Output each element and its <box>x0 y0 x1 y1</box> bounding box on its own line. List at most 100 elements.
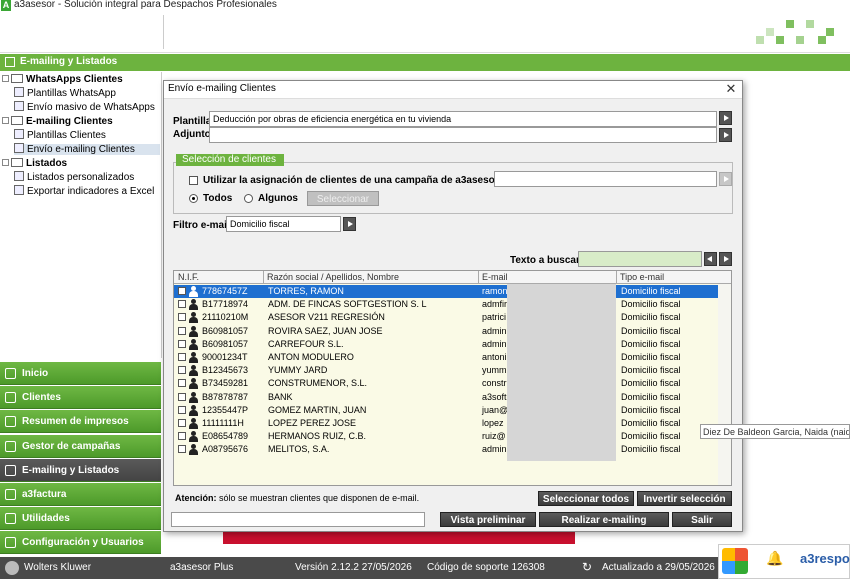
table-row[interactable]: 77867457Z TORRES, RAMON ramon Domicilio fis… <box>174 285 731 298</box>
person-icon <box>188 378 199 390</box>
buscar-input[interactable] <box>578 251 702 267</box>
table-row[interactable]: B17718974 ADM. DE FINCAS SOFTGESTION S. L… <box>174 298 731 311</box>
collapse-icon[interactable] <box>2 74 9 82</box>
col-name[interactable]: Razón social / Apellidos, Nombre <box>267 272 399 282</box>
tree-item-plantillas-whatsapp[interactable]: Plantillas WhatsApp <box>14 87 116 99</box>
row-checkbox[interactable] <box>178 339 186 348</box>
refresh-icon[interactable]: ↻ <box>582 560 592 574</box>
nav-clientes[interactable]: Clientes <box>0 386 161 409</box>
campaign-picker-button[interactable] <box>719 172 732 186</box>
close-icon[interactable]: ✕ <box>724 81 738 97</box>
calendar-icon <box>5 441 16 452</box>
collapse-icon[interactable] <box>2 116 9 124</box>
search-prev-button[interactable] <box>704 252 717 266</box>
col-nif[interactable]: N.I.F. <box>178 272 199 282</box>
col-divider[interactable] <box>478 271 479 284</box>
cell-tipo: Domicilio fiscal <box>621 444 681 455</box>
adjunto-label: Adjunto <box>173 129 211 140</box>
preview-button[interactable]: Vista preliminar <box>440 512 536 527</box>
plantilla-picker-button[interactable] <box>719 111 732 125</box>
row-checkbox[interactable] <box>178 419 186 427</box>
table-row[interactable]: B73459281 CONSTRUMENOR, S.L. constr Domicil… <box>174 377 731 390</box>
table-scrollbar[interactable] <box>718 284 731 485</box>
cell-name: HERMANOS RUIZ, C.B. <box>268 431 367 442</box>
nav-label: E-mailing y Listados <box>22 465 120 476</box>
mail-icon <box>5 57 15 67</box>
nav-gestor-campanas[interactable]: Gestor de campañas <box>0 435 161 458</box>
cell-name: TORRES, RAMON <box>268 286 344 296</box>
bell-icon[interactable]: 🔔 <box>766 550 783 567</box>
exit-button[interactable]: Salir <box>672 512 732 527</box>
seleccionar-button[interactable]: Seleccionar <box>307 191 379 206</box>
row-checkbox[interactable] <box>178 353 186 361</box>
app-logo-icon: A <box>1 0 11 11</box>
table-row[interactable]: B60981057 CARREFOUR S.L. admin Domicilio fi… <box>174 338 731 351</box>
cell-tipo: Domicilio fiscal <box>621 431 681 442</box>
tree-node-listados[interactable]: Listados <box>2 157 67 169</box>
filtro-select[interactable]: Domicilio fiscal <box>226 216 341 232</box>
row-checkbox[interactable] <box>178 366 186 375</box>
nav-resumen-impresos[interactable]: Resumen de impresos <box>0 410 161 433</box>
filtro-dropdown-button[interactable] <box>343 217 356 231</box>
pixel-logo-icon <box>756 20 836 50</box>
row-checkbox[interactable] <box>178 379 186 388</box>
row-checkbox[interactable] <box>178 287 186 295</box>
nav-label: Inicio <box>22 368 49 379</box>
nav-a3factura[interactable]: a3factura <box>0 483 161 506</box>
tree-item-exportar-excel[interactable]: Exportar indicadores a Excel <box>14 185 154 197</box>
invert-selection-button[interactable]: Invertir selección <box>637 491 732 506</box>
table-row[interactable]: 12355447P GOMEZ MARTIN, JUAN juan@ Domicili… <box>174 404 731 417</box>
select-all-button[interactable]: Seleccionar todos <box>538 491 634 506</box>
table-row[interactable]: 90001234T ANTON MODULERO antoni Domicilio f… <box>174 351 731 364</box>
col-divider[interactable] <box>616 271 617 284</box>
table-row[interactable]: 11111111H LOPEZ PEREZ JOSE lopez Domicilio … <box>174 417 731 430</box>
tree-item-envio-whatsapps[interactable]: Envío masivo de WhatsApps <box>14 101 155 113</box>
cell-tipo: Domicilio fiscal <box>621 404 681 415</box>
row-checkbox[interactable] <box>178 300 186 309</box>
row-checkbox[interactable] <box>178 326 186 335</box>
row-checkbox[interactable] <box>178 432 186 441</box>
adjunto-field[interactable] <box>209 127 717 143</box>
table-row[interactable]: E08654789 HERMANOS RUIZ, C.B. ruiz@ Domicil… <box>174 430 731 443</box>
tree-item-label: Envío e-mailing Clientes <box>27 144 135 155</box>
row-checkbox[interactable] <box>178 392 186 401</box>
plantilla-field[interactable]: Deducción por obras de eficiencia energé… <box>209 111 717 127</box>
table-row[interactable]: B87878787 BANK a3soft Domicilio fiscal <box>174 391 731 404</box>
status-input[interactable] <box>171 512 425 527</box>
tree-node-whatsapp-clientes[interactable]: WhatsApps Clientes <box>2 73 123 85</box>
email-redaction <box>507 284 616 461</box>
tree-item-envio-emailing[interactable]: Envío e-mailing Clientes <box>14 143 160 155</box>
row-checkbox[interactable] <box>178 445 186 454</box>
tree-item-label: Plantillas Clientes <box>27 130 106 141</box>
row-checkbox[interactable] <box>178 313 186 322</box>
nav-configuracion[interactable]: Configuración y Usuarios <box>0 531 161 554</box>
nav-emailing-listados[interactable]: E-mailing y Listados <box>0 459 161 482</box>
col-divider[interactable] <box>263 271 264 284</box>
campaign-checkbox[interactable] <box>189 176 198 185</box>
campaign-field[interactable] <box>494 171 717 187</box>
cell-email: a3soft <box>482 391 507 402</box>
collapse-icon[interactable] <box>2 158 9 166</box>
search-next-button[interactable] <box>719 252 732 266</box>
col-tipo[interactable]: Tipo e-mail <box>620 272 664 282</box>
radio-algunos[interactable] <box>244 194 253 203</box>
table-row[interactable]: B12345673 YUMMY JARD yumm Domicilio fiscal <box>174 364 731 377</box>
a3-logo-icon <box>722 548 748 574</box>
table-row[interactable]: 21110210M ASESOR V211 REGRESIÓN patrici Dom… <box>174 311 731 324</box>
tree-item-plantillas-clientes[interactable]: Plantillas Clientes <box>14 129 106 141</box>
table-row[interactable]: B60981057 ROVIRA SAEZ, JUAN JOSE admin Domi… <box>174 325 731 338</box>
tree-item-label: Envío masivo de WhatsApps <box>27 102 155 113</box>
radio-algunos-label: Algunos <box>258 193 298 204</box>
adjunto-picker-button[interactable] <box>719 128 732 142</box>
cell-name: BANK <box>268 391 293 402</box>
col-email[interactable]: E-mail <box>482 272 508 282</box>
tree-node-emailing-clientes[interactable]: E-mailing Clientes <box>2 115 113 127</box>
nav-inicio[interactable]: Inicio <box>0 362 161 385</box>
page-icon <box>14 171 24 182</box>
row-checkbox[interactable] <box>178 405 186 414</box>
tree-item-listados-personalizados[interactable]: Listados personalizados <box>14 171 134 183</box>
nav-utilidades[interactable]: Utilidades <box>0 507 161 530</box>
send-emailing-button[interactable]: Realizar e-mailing <box>539 512 669 527</box>
table-row[interactable]: A08795676 MELITOS, S.A. admin Domicilio fis… <box>174 443 731 456</box>
radio-todos[interactable] <box>189 194 198 203</box>
